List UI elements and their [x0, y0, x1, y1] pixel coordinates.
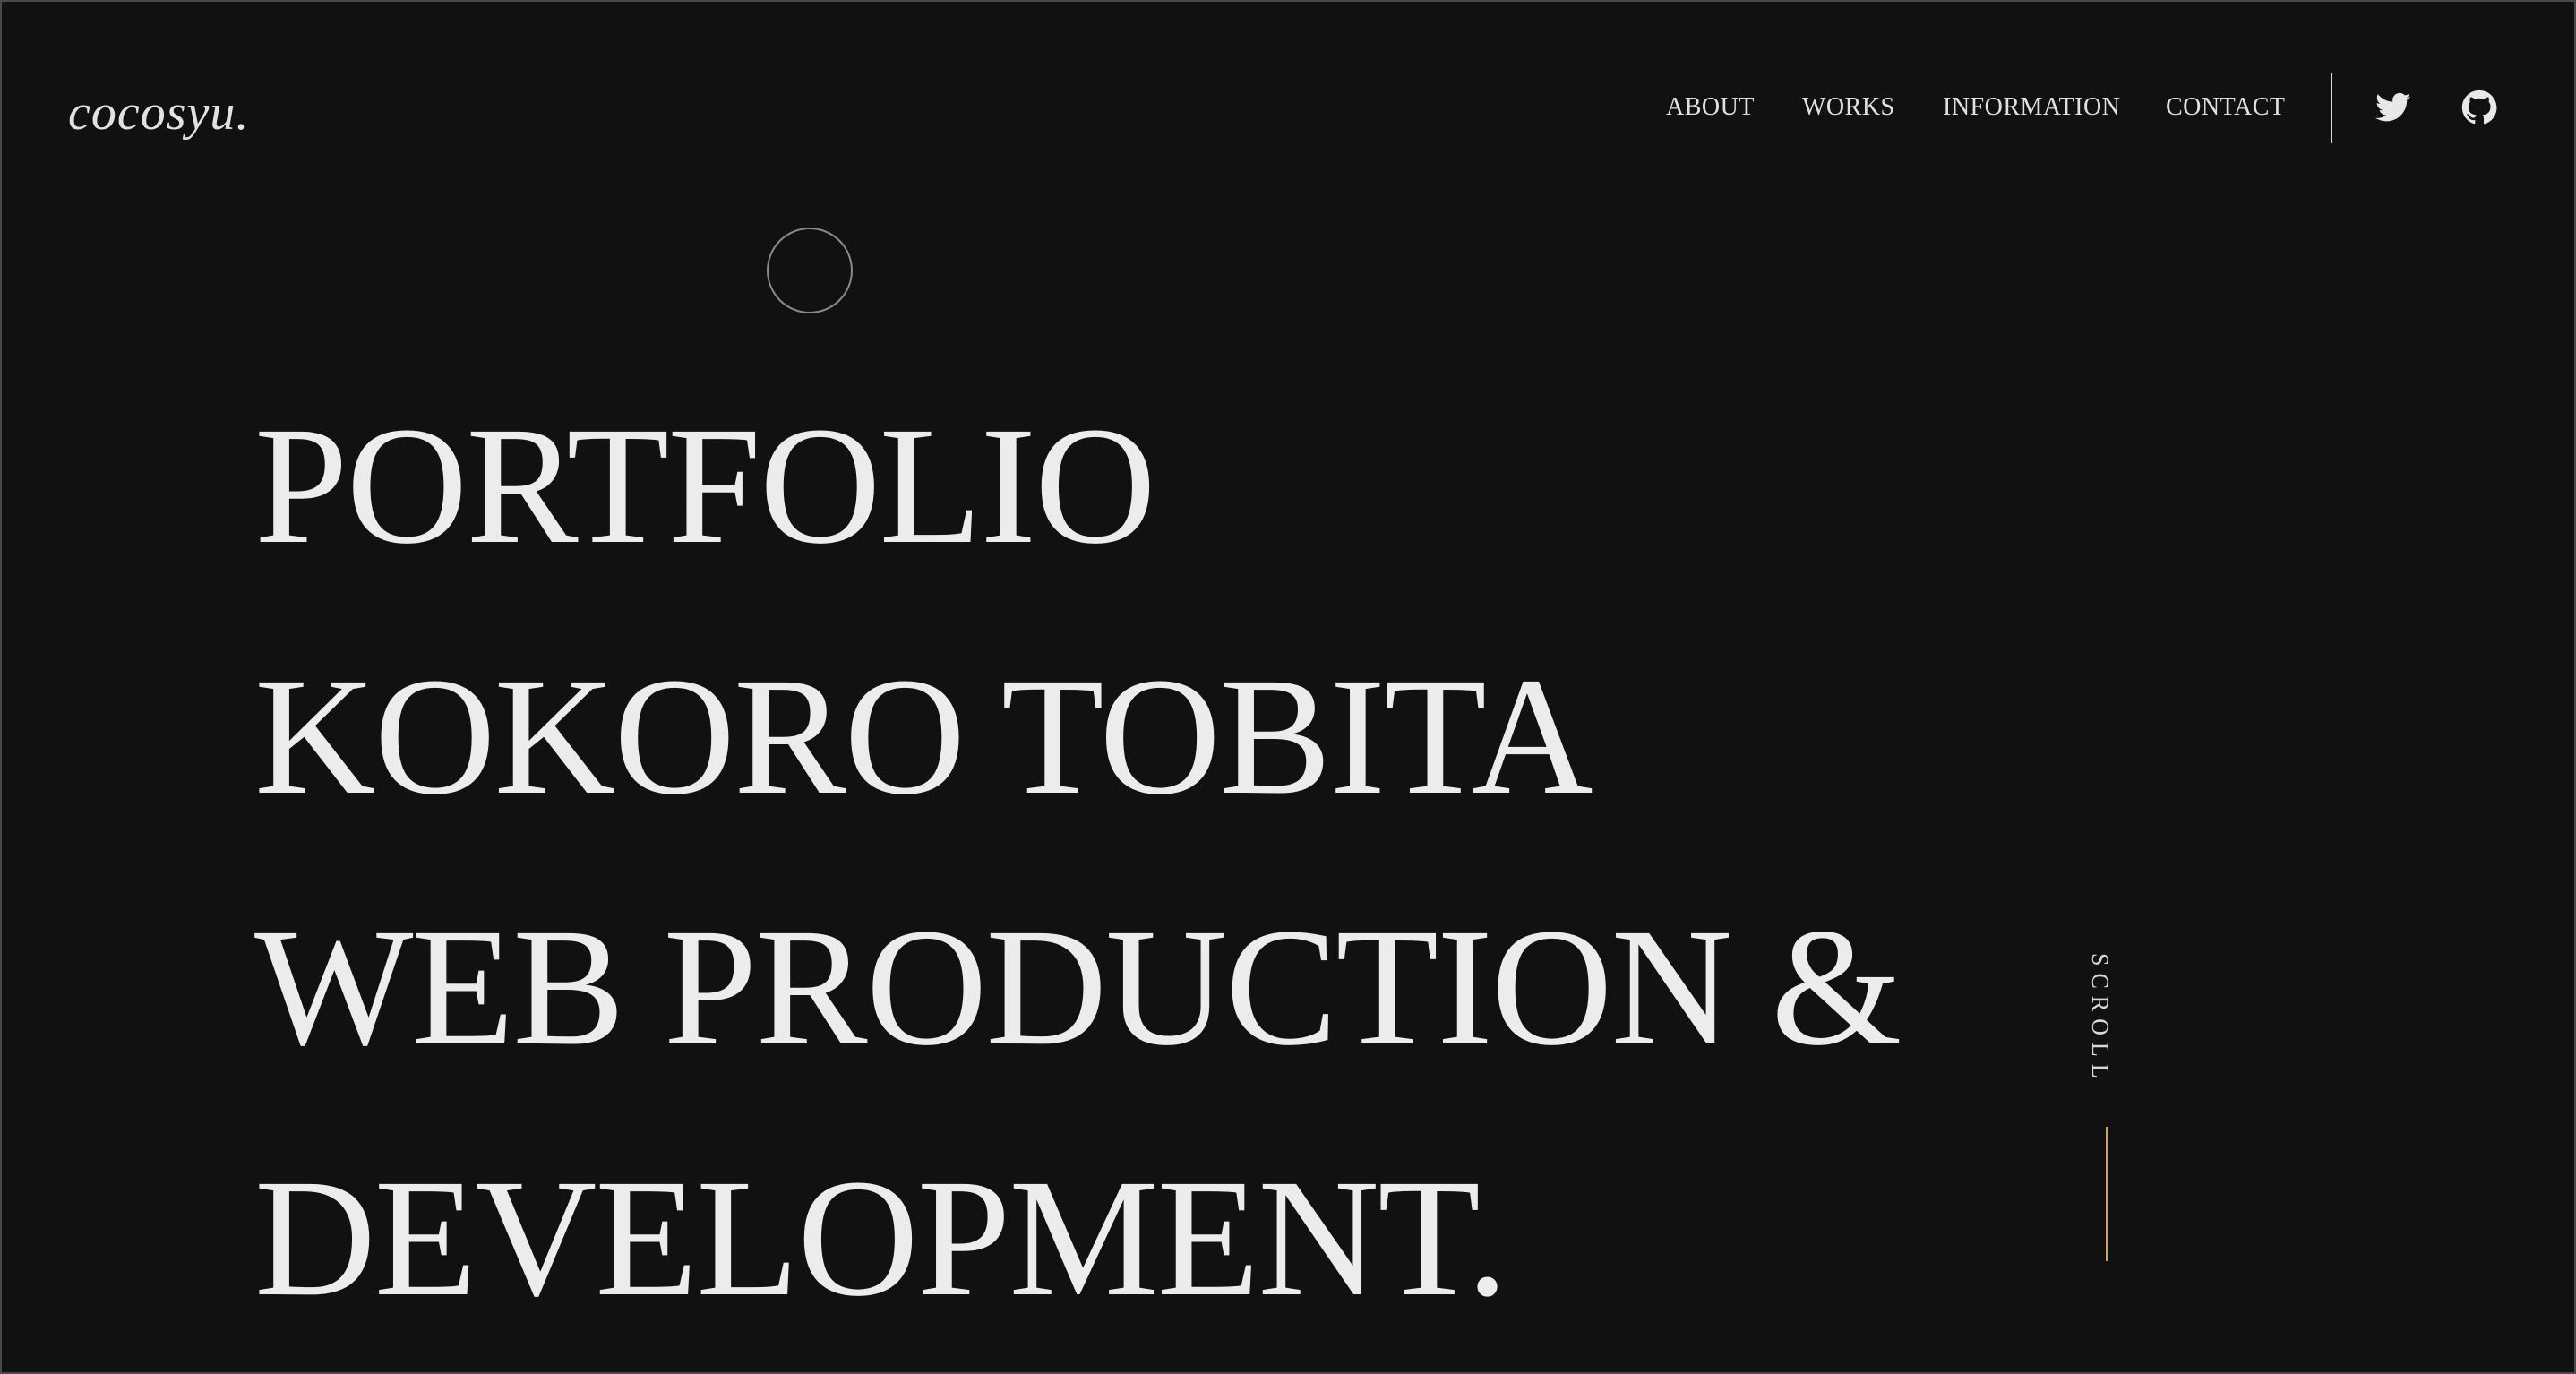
scroll-indicator-line — [2106, 1127, 2108, 1261]
scroll-indicator-label[interactable]: SCROLL — [2085, 953, 2114, 1086]
nav-works[interactable]: WORKS — [1802, 88, 1895, 127]
nav-information[interactable]: INFORMATION — [1943, 88, 2120, 127]
nav-contact[interactable]: CONTACT — [2166, 88, 2285, 127]
nav-divider — [2331, 73, 2332, 143]
twitter-icon-glyph — [2375, 92, 2411, 122]
hero-line-name: KOKORO TOBITA — [254, 642, 1593, 829]
github-icon[interactable] — [2460, 88, 2499, 127]
hero-line-development: DEVELOPMENT. — [254, 1144, 1508, 1331]
page: cocosyu. ABOUT WORKS INFORMATION CONTACT… — [2, 2, 2574, 1372]
nav-about[interactable]: ABOUT — [1666, 88, 1755, 127]
hero-line-web-production: WEB PRODUCTION & — [254, 893, 1902, 1080]
cursor-ring — [767, 228, 853, 313]
hero-line-portfolio: PORTFOLIO — [254, 391, 1156, 579]
github-icon-glyph — [2461, 90, 2497, 125]
twitter-icon[interactable] — [2374, 88, 2413, 127]
hero-heading: PORTFOLIO KOKORO TOBITA WEB PRODUCTION &… — [254, 360, 1902, 1363]
main-nav: ABOUT WORKS INFORMATION CONTACT — [2, 88, 2574, 127]
